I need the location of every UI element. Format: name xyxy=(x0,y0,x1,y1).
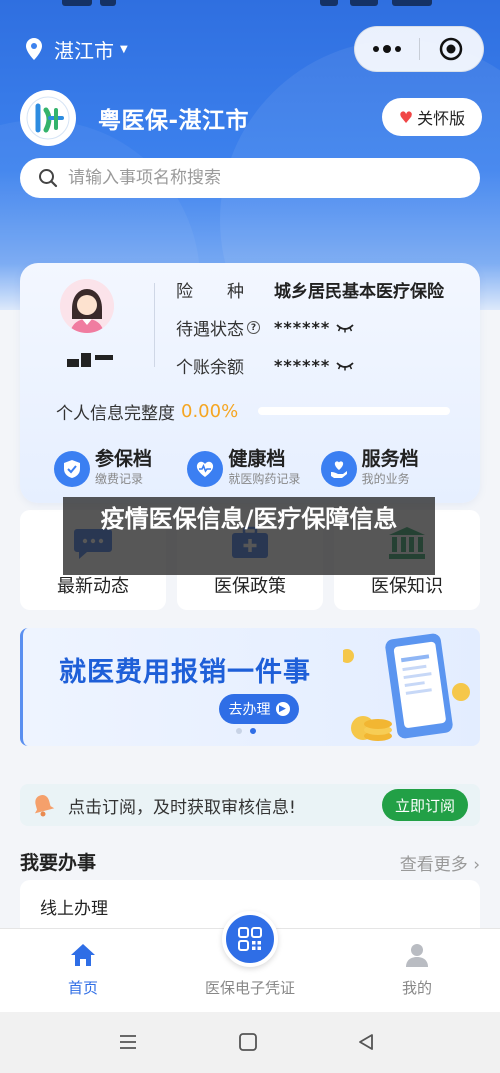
shortcut-subtitle: 就医购药记录 xyxy=(228,472,301,486)
city-name: 湛江市 xyxy=(54,38,114,63)
tab-label: 医保电子凭证 xyxy=(204,979,295,997)
shortcut-title: 参保档 xyxy=(95,448,153,470)
tab-label: 首页 xyxy=(67,979,98,997)
benefit-status-label-wrap: 待遇状态 ? xyxy=(176,315,274,340)
status-bar xyxy=(0,0,500,12)
tile-label: 医保知识 xyxy=(371,576,443,597)
help-icon[interactable]: ? xyxy=(247,321,260,334)
insurance-type-value: 城乡居民基本医疗保险 xyxy=(274,282,444,302)
article-title-overlay: 疫情医保信息/医疗保障信息 xyxy=(63,497,435,575)
search-bar[interactable] xyxy=(20,158,480,198)
female-avatar-icon xyxy=(60,279,114,333)
shield-check-icon xyxy=(54,451,90,487)
tile-label: 医保政策 xyxy=(214,576,286,597)
profile-completeness: 个人信息完整度 0.00% xyxy=(56,399,238,424)
completeness-label: 个人信息完整度 xyxy=(56,404,175,424)
account-balance-value: ****** xyxy=(274,356,331,375)
notice-text: 点击订阅，及时获取审核信息! xyxy=(68,797,296,818)
account-balance-value-wrap: ****** xyxy=(274,356,354,375)
care-mode-label: 关怀版 xyxy=(417,109,466,128)
insurance-type-label: 险 种 xyxy=(176,282,244,302)
banner-go-button[interactable]: 去办理 ▶ xyxy=(219,694,299,724)
back-triangle-icon[interactable] xyxy=(356,1032,376,1052)
tab-e-voucher[interactable]: 医保电子凭证 xyxy=(167,911,333,1013)
benefit-status-value: ****** xyxy=(274,318,331,337)
shortcut-health-archive[interactable]: 健康档 就医购药记录 xyxy=(187,447,320,487)
shortcut-title: 服务档 xyxy=(361,448,419,470)
shortcut-subtitle: 我的业务 xyxy=(361,472,410,486)
online-service-label: 线上办理 xyxy=(40,899,108,919)
banner-go-label: 去办理 xyxy=(228,702,271,718)
chevron-right-icon: › xyxy=(473,855,480,875)
completeness-progress-bar xyxy=(258,407,450,415)
caret-down-icon: ▼ xyxy=(120,43,128,55)
pagination-dot-active[interactable] xyxy=(250,728,256,734)
account-balance-row: 个账余额 ****** xyxy=(176,353,354,378)
avatar[interactable] xyxy=(60,279,114,333)
bell-icon xyxy=(34,795,55,817)
banner-title: 就医费用报销一件事 xyxy=(59,657,311,688)
insurance-type-row: 险 种 城乡居民基本医疗保险 xyxy=(176,277,444,302)
see-more-label: 查看更多 xyxy=(399,855,468,875)
phone-document-illustration xyxy=(343,633,470,741)
city-selector[interactable]: 湛江市 ▼ xyxy=(24,34,128,64)
heart-icon: ♥ xyxy=(398,107,414,127)
shortcut-insurance-archive[interactable]: 参保档 缴费记录 xyxy=(54,447,187,487)
tile-label: 最新动态 xyxy=(57,576,129,597)
account-balance-label: 个账余额 xyxy=(176,358,244,378)
location-pin-icon xyxy=(26,38,42,60)
target-icon xyxy=(440,37,463,61)
brand: 粤医保-湛江市 xyxy=(20,90,249,146)
benefit-status-label: 待遇状态 xyxy=(176,320,244,340)
eye-closed-icon[interactable] xyxy=(336,361,354,371)
bottom-tab-bar: 首页 医保电子凭证 我的 xyxy=(0,911,500,1013)
care-mode-button[interactable]: ♥ 关怀版 xyxy=(382,98,482,136)
system-navigation-bar xyxy=(0,1012,500,1073)
medical-insurance-logo-icon xyxy=(26,96,70,140)
archive-shortcuts: 参保档 缴费记录 健康档 就医购药记录 服务档 我的业务 xyxy=(54,447,454,487)
completeness-value: 0.00% xyxy=(181,401,239,422)
benefit-status-row: 待遇状态 ? ****** xyxy=(176,315,354,340)
tab-home[interactable]: 首页 xyxy=(0,929,166,1013)
banner-pagination xyxy=(236,728,256,734)
qr-code-icon xyxy=(238,927,262,951)
insurance-profile-card: 险 种 城乡居民基本医疗保险 待遇状态 ? ****** 个账余额 ******… xyxy=(20,263,480,503)
arrow-right-icon: ▶ xyxy=(275,702,290,716)
menu-icon[interactable] xyxy=(118,1032,138,1052)
shortcut-service-archive[interactable]: 服务档 我的业务 xyxy=(320,447,454,487)
brand-logo xyxy=(20,90,76,146)
shortcut-subtitle: 缴费记录 xyxy=(95,472,144,486)
subscribe-notice: 点击订阅，及时获取审核信息! 立即订阅 xyxy=(20,784,480,826)
see-more-link[interactable]: 查看更多 › xyxy=(400,850,480,875)
pagination-dot[interactable] xyxy=(236,728,242,734)
subscribe-button[interactable]: 立即订阅 xyxy=(382,789,468,821)
masked-user-name xyxy=(67,353,113,367)
more-menu-button[interactable] xyxy=(355,45,419,53)
close-miniapp-button[interactable] xyxy=(420,37,484,61)
heart-pulse-icon xyxy=(187,451,224,487)
shortcut-title: 健康档 xyxy=(228,448,286,470)
home-square-icon[interactable] xyxy=(238,1032,258,1052)
profile-divider xyxy=(154,283,155,367)
tab-label: 我的 xyxy=(401,979,432,997)
search-input[interactable] xyxy=(68,168,448,188)
benefit-status-value-wrap: ****** xyxy=(274,318,354,337)
service-hand-icon xyxy=(320,451,357,487)
e-voucher-button[interactable] xyxy=(222,911,278,967)
eye-closed-icon[interactable] xyxy=(336,323,354,333)
search-icon xyxy=(39,169,58,188)
user-icon xyxy=(406,944,428,967)
home-icon xyxy=(71,944,95,966)
app-title: 粤医保-湛江市 xyxy=(98,108,250,134)
section-title: 我要办事 xyxy=(20,852,97,874)
tab-mine[interactable]: 我的 xyxy=(334,929,500,1013)
miniapp-capsule xyxy=(354,26,484,72)
